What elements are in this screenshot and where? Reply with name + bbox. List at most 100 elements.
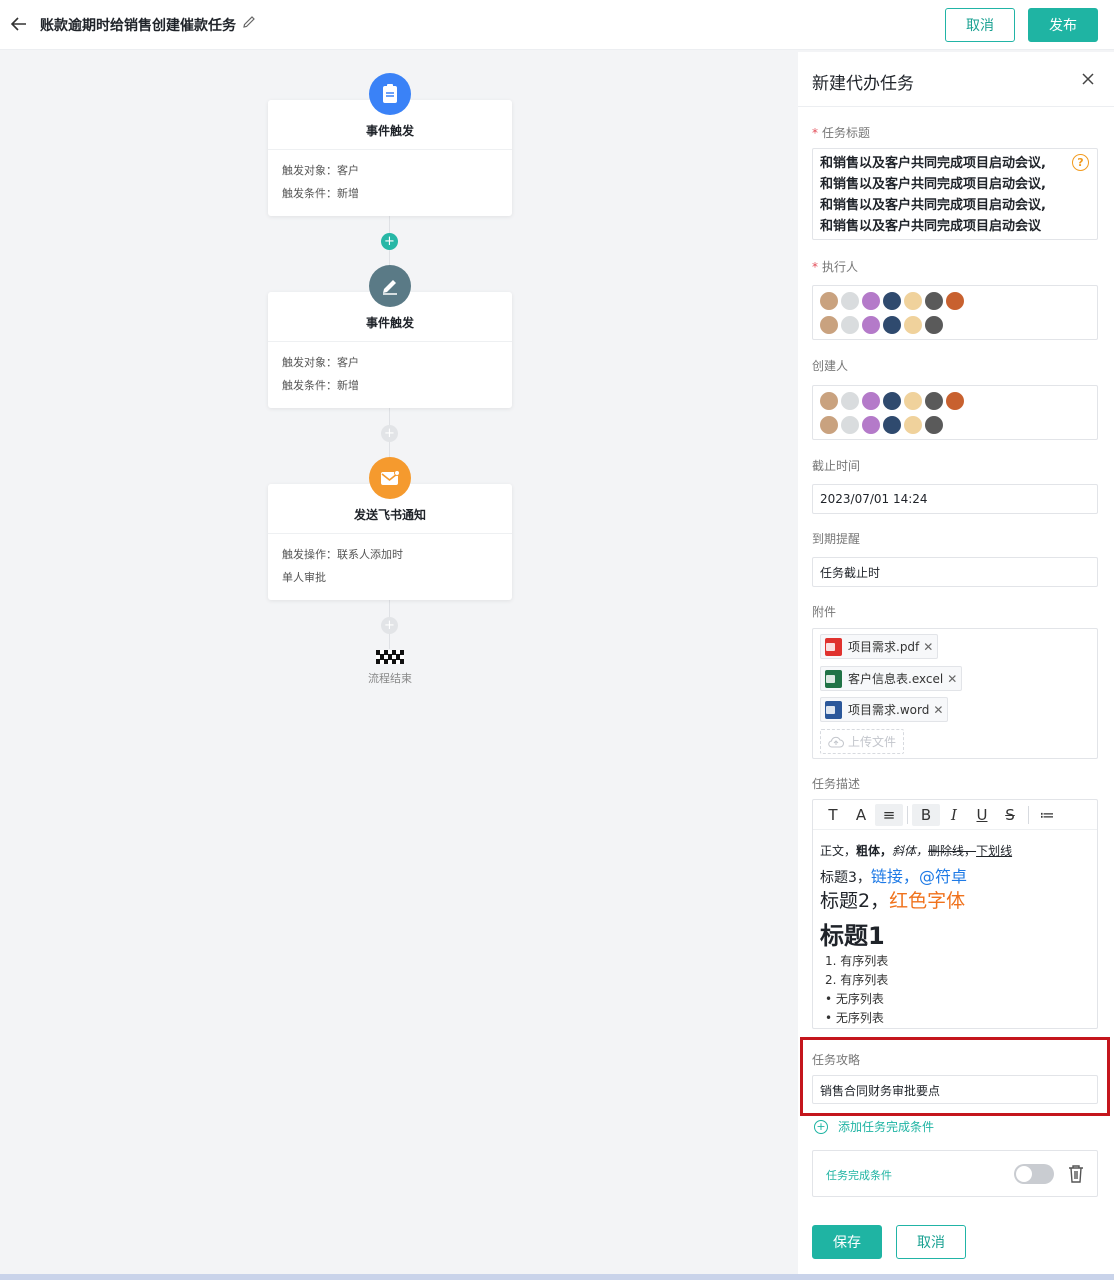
trash-icon[interactable] (1067, 1164, 1085, 1184)
divider (798, 106, 1114, 107)
attachment-chip[interactable]: 客户信息表.excel ✕ (820, 666, 963, 691)
avatar (903, 415, 923, 435)
avatar (840, 415, 860, 435)
editor-toolbar: T A ≡ B I U S ≔ (813, 800, 1097, 830)
publish-button[interactable]: 发布 (1028, 8, 1098, 42)
node-detail: 触发操作：联系人添加时 (282, 548, 403, 561)
ordered-list-item: 2. 有序列表 (825, 973, 889, 987)
avatar (924, 291, 944, 311)
underline-icon[interactable]: U (968, 804, 996, 826)
font-color-icon[interactable]: A (847, 804, 875, 826)
mail-icon (369, 457, 411, 499)
remove-icon[interactable]: ✕ (923, 640, 933, 654)
attachments-label: 附件 (812, 605, 837, 619)
remove-icon[interactable]: ✕ (947, 672, 957, 686)
editor-line: 标题1 (820, 922, 885, 950)
condition-toggle[interactable] (1014, 1164, 1054, 1184)
avatar (945, 391, 965, 411)
avatar (819, 415, 839, 435)
save-button[interactable]: 保存 (812, 1225, 882, 1259)
task-title-label: * 任务标题 (812, 126, 871, 140)
reminder-label: 到期提醒 (812, 532, 861, 546)
deadline-input[interactable]: 2023/07/01 14:24 (812, 484, 1098, 514)
avatar (924, 315, 944, 335)
avatar (945, 291, 965, 311)
avatar (861, 291, 881, 311)
cancel-button[interactable]: 取消 (945, 8, 1015, 42)
cancel-button[interactable]: 取消 (896, 1225, 966, 1259)
bullet-list-item: • 无序列表 (825, 1011, 884, 1025)
mention[interactable]: @符卓 (919, 867, 967, 886)
avatar (819, 315, 839, 335)
add-condition-button[interactable]: + 添加任务完成条件 (814, 1118, 934, 1135)
plus-circle-icon: + (814, 1119, 828, 1134)
remove-icon[interactable]: ✕ (933, 703, 943, 717)
list-icon[interactable]: ≔ (1033, 804, 1061, 826)
flow-node-feishu-notify[interactable]: 发送飞书通知 触发操作：联系人添加时 单人审批 (268, 484, 512, 600)
edit-icon (369, 265, 411, 307)
text-style-icon[interactable]: T (819, 804, 847, 826)
ordered-list-item: 1. 有序列表 (825, 954, 889, 968)
panel-title: 新建代办任务 (812, 74, 914, 94)
strikethrough-icon[interactable]: S (996, 804, 1024, 826)
avatar (882, 291, 902, 311)
add-step-icon[interactable]: + (381, 617, 398, 634)
editor-line: 标题2，红色字体 (820, 890, 966, 912)
italic-icon[interactable]: I (940, 804, 968, 826)
cloud-upload-icon (828, 736, 844, 747)
condition-label: 任务完成条件 (826, 1169, 892, 1182)
attachment-chip[interactable]: 项目需求.word ✕ (820, 697, 949, 722)
clipboard-icon (369, 73, 411, 115)
add-step-icon[interactable]: + (381, 425, 398, 442)
completion-condition: 任务完成条件 (812, 1150, 1098, 1197)
attachment-chip[interactable]: 项目需求.pdf ✕ (820, 634, 939, 659)
link[interactable]: 链接， (871, 867, 919, 886)
editor-line: 标题3，链接，@符卓 (820, 867, 967, 886)
bullet-list-item: • 无序列表 (825, 992, 884, 1006)
editor-line: 正文，粗体，斜体，删除线，下划线 (820, 844, 1013, 858)
executor-field[interactable] (812, 285, 1098, 340)
avatar (924, 391, 944, 411)
excel-file-icon (825, 669, 842, 688)
close-icon[interactable] (1082, 69, 1094, 90)
deadline-label: 截止时间 (812, 459, 861, 473)
highlight-frame (800, 1037, 1110, 1116)
back-arrow-icon[interactable] (10, 14, 28, 34)
align-icon[interactable]: ≡ (875, 803, 903, 826)
avatar (903, 391, 923, 411)
node-detail: 触发对象：客户 (282, 164, 359, 177)
avatar (840, 315, 860, 335)
avatar (840, 391, 860, 411)
avatar (861, 315, 881, 335)
bold-icon[interactable]: B (912, 803, 940, 826)
avatar (861, 391, 881, 411)
avatar (819, 391, 839, 411)
description-editor[interactable]: T A ≡ B I U S ≔ 正文，粗体，斜体，删除线，下划线 标题3，链接，… (812, 799, 1098, 1029)
upload-button[interactable]: 上传文件 (820, 729, 904, 754)
pencil-icon[interactable] (242, 15, 256, 33)
attachments-field: 项目需求.pdf ✕ 客户信息表.excel ✕ 项目需求.word ✕ 上传文件 (812, 628, 1098, 759)
description-label: 任务描述 (812, 777, 861, 791)
add-step-icon[interactable]: + (381, 233, 398, 250)
creator-field[interactable] (812, 385, 1098, 440)
avatar (903, 291, 923, 311)
reminder-select[interactable]: 任务截止时 (812, 557, 1098, 587)
node-detail: 触发条件：新增 (282, 379, 359, 392)
avatar (882, 315, 902, 335)
flow-node-event-trigger[interactable]: 事件触发 触发对象：客户 触发条件：新增 (268, 292, 512, 408)
creator-label: 创建人 (812, 359, 849, 373)
node-detail: 触发对象：客户 (282, 356, 359, 369)
avatar (819, 291, 839, 311)
avatar (861, 415, 881, 435)
avatar (882, 415, 902, 435)
avatar (924, 415, 944, 435)
bottom-bar (0, 1274, 1114, 1280)
help-icon[interactable]: ? (1072, 154, 1089, 171)
task-title-input[interactable]: 和销售以及客户共同完成项目启动会议, 和销售以及客户共同完成项目启动会议, 和销… (812, 148, 1098, 240)
page-title: 账款逾期时给销售创建催款任务 (40, 18, 236, 34)
finish-flag-icon (376, 650, 404, 664)
pdf-file-icon (825, 637, 842, 656)
avatar (903, 315, 923, 335)
top-bar: 账款逾期时给销售创建催款任务 取消 发布 (0, 0, 1114, 50)
flow-node-event-trigger[interactable]: 事件触发 触发对象：客户 触发条件：新增 (268, 100, 512, 216)
